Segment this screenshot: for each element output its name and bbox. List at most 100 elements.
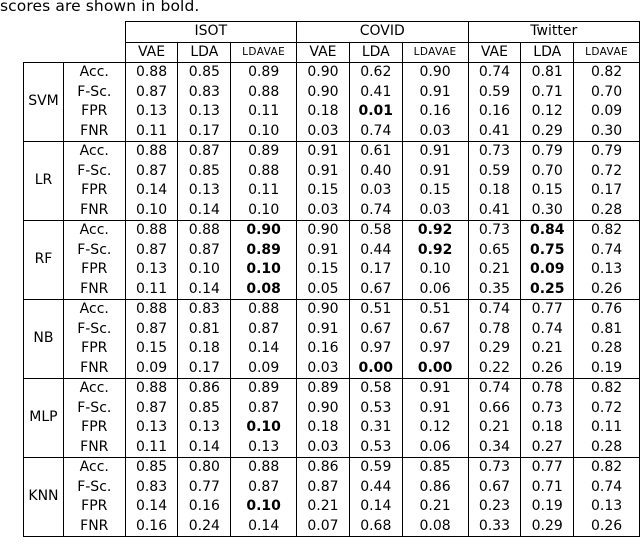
metric-value: 0.85 — [124, 457, 179, 478]
table-row: RF Acc. 0.88 0.88 0.90 0.90 0.58 0.92 0.73 0.84 0.… — [23, 220, 640, 300]
table-header: ISOT COVID Twitter VAE LDA LDAVAE VAE LD… — [24, 21, 640, 63]
table-row: F-Sc. 0.87 0.87 0.89 0.91 0.44 0.92 0.65 0.75 0.7… — [24, 240, 640, 260]
metric-value: 0.90 — [296, 220, 350, 241]
metric-value: 0.16 — [124, 516, 179, 537]
metric-value: 0.14 — [177, 279, 232, 300]
metric-value: 0.58 — [349, 378, 403, 399]
metric-value: 0.88 — [230, 161, 298, 181]
metric-value: 0.90 — [296, 299, 350, 320]
metric-label: F-Sc. — [63, 82, 126, 102]
table-row: F-Sc. 0.87 0.85 0.87 0.90 0.53 0.91 0.66 0.73 0.7… — [24, 398, 640, 418]
metric-value: 0.87 — [124, 82, 179, 102]
metric-value: 0.08 — [230, 279, 298, 300]
metric-value: 0.33 — [468, 516, 522, 537]
metric-value: 0.59 — [468, 82, 522, 102]
table-body: SVM Acc. 0.88 0.85 0.89 0.90 0.62 0.90 0.74 0.81 0… — [23, 62, 640, 537]
metric-value: 0.41 — [349, 82, 403, 102]
metric-value: 0.90 — [296, 62, 350, 83]
metric-value: 0.15 — [296, 181, 350, 201]
metric-value: 0.13 — [573, 260, 640, 280]
table-row: FPR 0.13 0.13 0.10 0.18 0.31 0.12 0.21 0.18 0.11 — [24, 418, 640, 438]
metric-value: 0.91 — [402, 161, 469, 181]
metric-value: 0.76 — [573, 299, 640, 320]
metric-value: 0.83 — [177, 299, 232, 320]
metric-value: 0.14 — [124, 497, 179, 517]
metric-value: 0.16 — [296, 339, 350, 359]
model-label-lr: LR — [23, 141, 64, 221]
metric-value: 0.77 — [177, 477, 232, 497]
metric-value: 0.44 — [349, 477, 403, 497]
metric-value: 0.15 — [402, 181, 469, 201]
metric-label: FNR — [63, 121, 126, 142]
header-corner-metric — [63, 22, 125, 43]
metric-value: 0.89 — [230, 141, 298, 162]
metric-value: 0.62 — [349, 62, 403, 83]
table-caption: scores are shown in bold. — [0, 0, 200, 15]
table-row: FNR 0.11 0.17 0.10 0.03 0.74 0.03 0.41 0.29 0.30 — [24, 121, 640, 142]
header-isot-vae: VAE — [124, 42, 179, 63]
metric-value: 0.23 — [468, 497, 522, 517]
metric-value: 0.77 — [520, 299, 575, 320]
metric-label: FNR — [63, 437, 126, 458]
metric-value: 0.91 — [296, 319, 350, 339]
metric-value: 0.59 — [468, 161, 522, 181]
metric-value: 0.26 — [520, 358, 575, 379]
metric-value: 0.13 — [124, 102, 179, 122]
metric-value: 0.67 — [349, 319, 403, 339]
metric-value: 0.10 — [230, 418, 298, 438]
metric-label: Acc. — [63, 62, 126, 83]
metric-value: 0.12 — [402, 418, 469, 438]
metric-value: 0.81 — [177, 319, 232, 339]
metric-value: 0.13 — [177, 181, 232, 201]
header-covid-vae: VAE — [296, 42, 350, 63]
table-row: F-Sc. 0.83 0.77 0.87 0.87 0.44 0.86 0.67 0.71 0.7… — [24, 477, 640, 497]
metric-value: 0.10 — [230, 121, 298, 142]
metric-value: 0.05 — [296, 279, 350, 300]
table-row: FPR 0.14 0.13 0.11 0.15 0.03 0.15 0.18 0.15 0.17 — [24, 181, 640, 201]
table-row: FNR 0.09 0.17 0.09 0.03 0.00 0.00 0.22 0.26 0.19 — [24, 358, 640, 379]
metric-value: 0.74 — [349, 200, 403, 221]
metric-label: FPR — [63, 181, 126, 201]
metric-value: 0.10 — [124, 200, 179, 221]
metric-value: 0.28 — [573, 437, 640, 458]
header-group-twitter: Twitter — [467, 21, 640, 43]
metric-value: 0.91 — [402, 378, 469, 399]
metric-value: 0.87 — [124, 161, 179, 181]
metric-value: 0.13 — [124, 260, 179, 280]
metric-value: 0.66 — [468, 398, 522, 418]
metric-value: 0.91 — [296, 161, 350, 181]
metric-value: 0.88 — [124, 141, 179, 162]
metric-value: 0.22 — [468, 358, 522, 379]
metric-label: FNR — [63, 358, 126, 379]
metric-value: 0.74 — [468, 299, 522, 320]
model-label-knn: KNN — [23, 457, 64, 537]
metric-value: 0.74 — [468, 378, 522, 399]
metric-value: 0.29 — [520, 516, 575, 537]
metric-value: 0.73 — [468, 141, 522, 162]
metric-value: 0.10 — [402, 260, 469, 280]
metric-label: FPR — [63, 102, 126, 122]
metric-value: 0.11 — [573, 418, 640, 438]
metric-value: 0.11 — [124, 437, 179, 458]
metric-value: 0.75 — [520, 240, 575, 260]
metric-value: 0.11 — [230, 102, 298, 122]
metric-label: FNR — [63, 516, 126, 537]
metric-value: 0.13 — [230, 437, 298, 458]
metric-label: Acc. — [63, 457, 126, 478]
metric-value: 0.73 — [468, 457, 522, 478]
table-row: FPR 0.13 0.10 0.10 0.15 0.17 0.10 0.21 0.09 0.13 — [24, 260, 640, 280]
metric-value: 0.13 — [124, 418, 179, 438]
metric-value: 0.87 — [124, 398, 179, 418]
metric-value: 0.65 — [468, 240, 522, 260]
metric-value: 0.73 — [520, 398, 575, 418]
metric-value: 0.86 — [402, 477, 469, 497]
results-table-container: ISOT COVID Twitter VAE LDA LDAVAE VAE LD… — [23, 21, 640, 537]
metric-value: 0.85 — [402, 457, 469, 478]
metric-value: 0.41 — [468, 121, 522, 142]
metric-value: 0.07 — [296, 516, 350, 537]
metric-value: 0.26 — [573, 516, 640, 537]
metric-value: 0.83 — [124, 477, 179, 497]
table-row: FNR 0.16 0.24 0.14 0.07 0.68 0.08 0.33 0.29 0.26 — [24, 516, 640, 537]
results-table: ISOT COVID Twitter VAE LDA LDAVAE VAE LD… — [23, 21, 640, 537]
metric-value: 0.10 — [230, 260, 298, 280]
